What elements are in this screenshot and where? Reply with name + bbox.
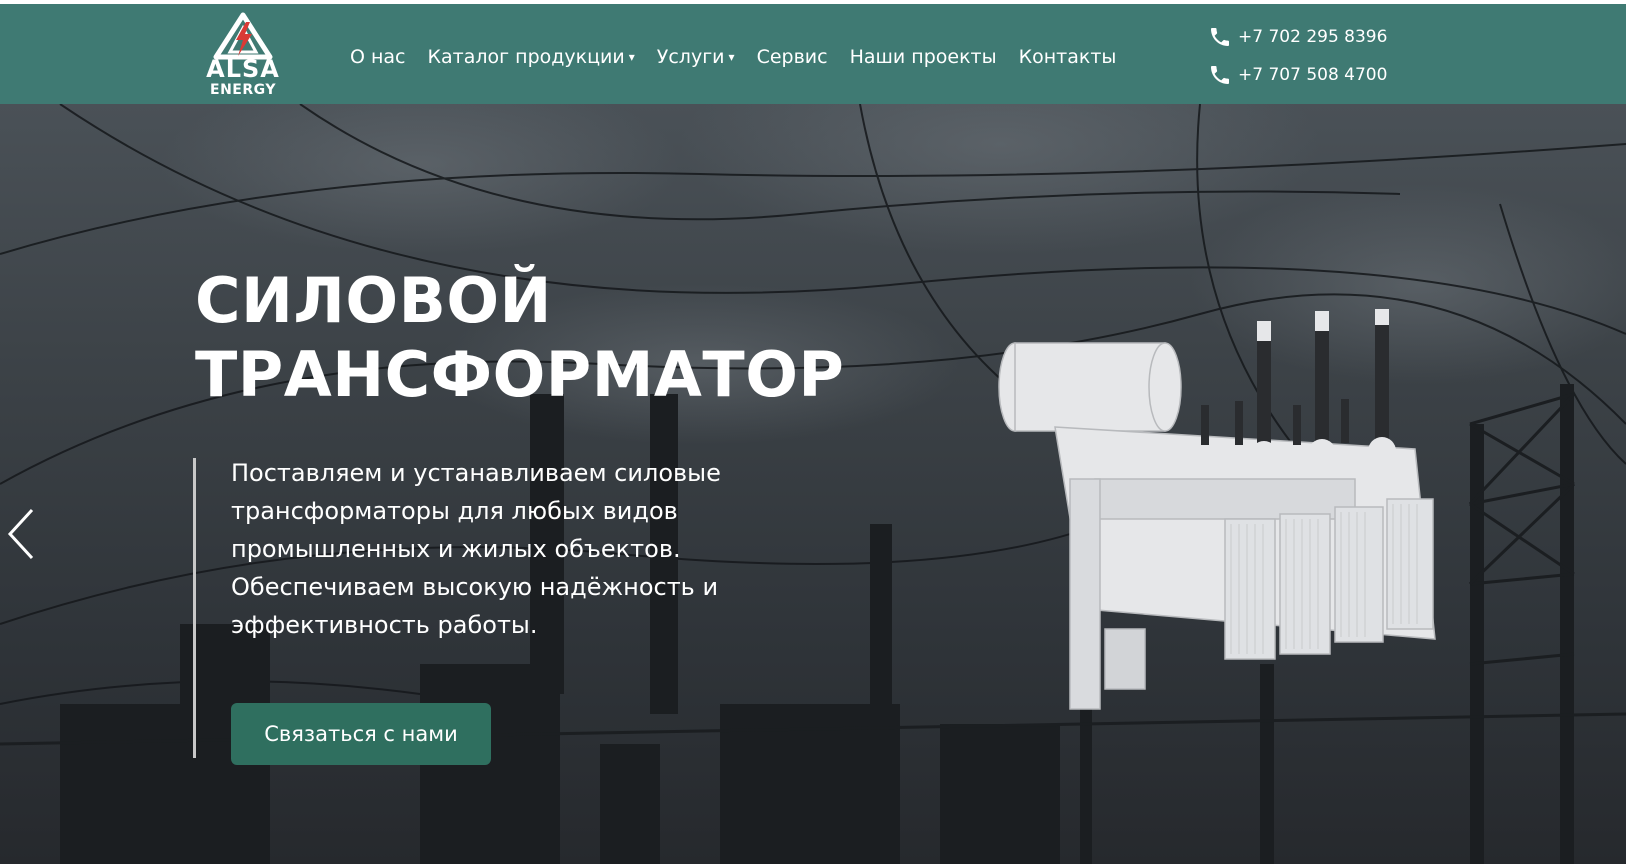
phone-list: +7 702 295 8396 +7 707 508 4700 [1208, 24, 1387, 100]
nav-item-about[interactable]: О нас [350, 42, 406, 72]
hero-description: Поставляем и устанавливаем силовые транс… [231, 459, 721, 639]
phone-number: +7 707 508 4700 [1238, 65, 1388, 85]
logo-mark-icon [213, 12, 273, 60]
phone-link-1[interactable]: +7 702 295 8396 [1208, 24, 1387, 50]
nav-label: Наши проекты [849, 46, 997, 68]
site-header: ALSA ENERGY О нас Каталог продукции ▾ Усл… [0, 4, 1626, 104]
nav-item-catalog[interactable]: Каталог продукции ▾ [428, 42, 635, 72]
power-transformer-image [998, 309, 1436, 710]
vertical-divider [193, 458, 196, 758]
nav-label: О нас [350, 46, 406, 68]
nav-item-contacts[interactable]: Контакты [1019, 42, 1117, 72]
hero-title-line-1: СИЛОВОЙ [195, 264, 552, 337]
nav-label: Каталог продукции [427, 46, 625, 68]
nav-label: Контакты [1018, 46, 1117, 68]
alsa-energy-logo[interactable]: ALSA ENERGY [192, 12, 294, 100]
main-nav: О нас Каталог продукции ▾ Услуги ▾ Сервис … [350, 42, 1138, 72]
caret-down-icon: ▾ [728, 50, 735, 64]
nav-label: Сервис [756, 46, 828, 68]
nav-item-service[interactable]: Сервис [757, 42, 828, 72]
logo-brand-text: ALSA [206, 55, 280, 83]
nav-label: Услуги [656, 46, 725, 68]
hero-title: СИЛОВОЙ ТРАНСФОРМАТОР [195, 264, 955, 412]
logo-sub-text: ENERGY [210, 82, 276, 98]
phone-icon [1211, 28, 1229, 46]
nav-item-services[interactable]: Услуги ▾ [657, 42, 735, 72]
hero-title-line-2: ТРАНСФОРМАТОР [195, 338, 845, 411]
contact-us-button[interactable]: Связаться с нами [231, 703, 491, 765]
nav-item-projects[interactable]: Наши проекты [850, 42, 997, 72]
phone-link-2[interactable]: +7 707 508 4700 [1208, 62, 1387, 88]
phone-icon [1211, 66, 1229, 84]
hero-slider: СИЛОВОЙ ТРАНСФОРМАТОР Поставляем и устан… [0, 104, 1626, 864]
chevron-left-icon[interactable] [4, 504, 40, 564]
phone-number: +7 702 295 8396 [1238, 27, 1388, 47]
caret-down-icon: ▾ [628, 50, 635, 64]
